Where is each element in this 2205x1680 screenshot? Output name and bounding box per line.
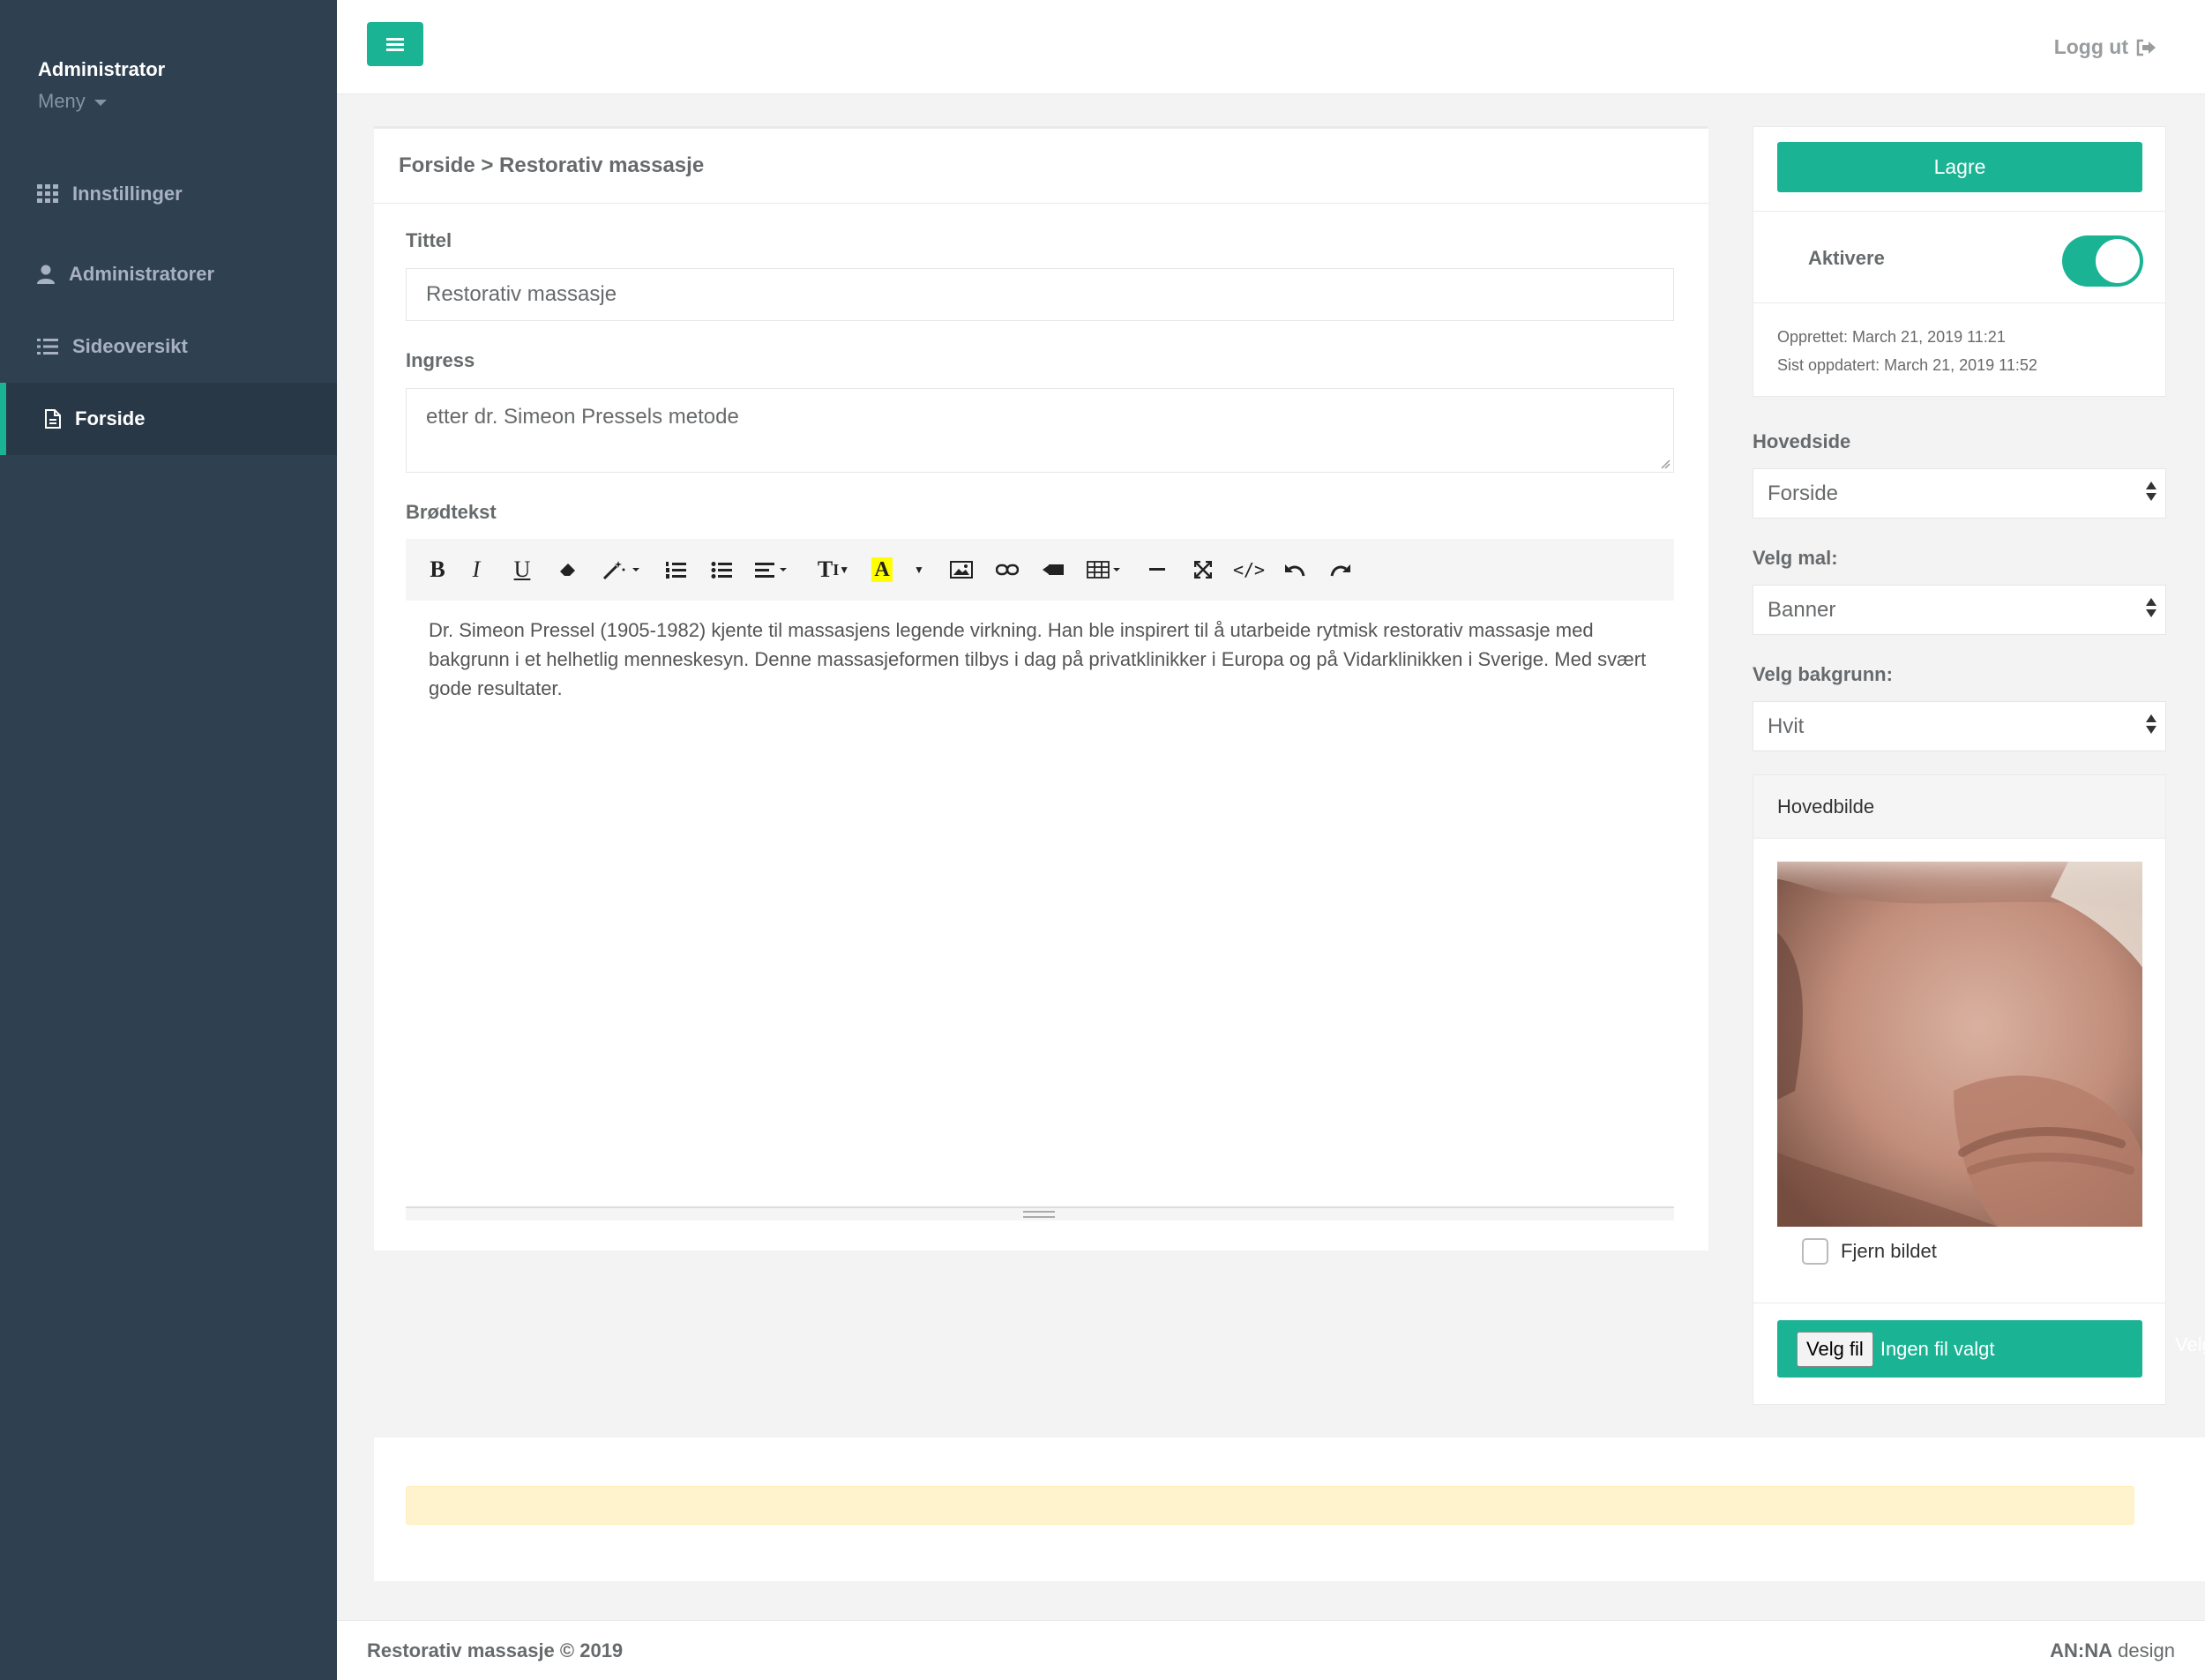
title-input[interactable]: Restorativ massasje xyxy=(406,268,1674,321)
choose-file-button[interactable]: Velg fil xyxy=(1797,1331,1873,1367)
sidebar-item-label: Forside xyxy=(75,407,146,429)
bottom-card xyxy=(374,1437,2205,1581)
color-dropdown-icon[interactable]: ▼ xyxy=(900,550,938,589)
editor-toolbar: B I U T I ▼ A ▼ </> xyxy=(406,539,1674,601)
ingress-textarea-value: etter dr. Simeon Pressels metode xyxy=(426,405,739,429)
ingress-label: Ingress xyxy=(406,349,475,371)
resize-grip-icon xyxy=(1023,1211,1055,1218)
logout-label: Logg ut xyxy=(2053,35,2128,58)
file-icon xyxy=(45,409,61,429)
file-status: Ingen fil valgt xyxy=(1880,1337,1995,1360)
text-color-icon[interactable]: A xyxy=(864,550,900,589)
magic-wand-icon[interactable] xyxy=(591,550,653,589)
underline-icon[interactable]: U xyxy=(499,550,545,589)
top-navbar: Logg ut xyxy=(337,0,2205,94)
redo-icon[interactable] xyxy=(1318,550,1364,589)
code-view-icon[interactable]: </> xyxy=(1226,550,1272,589)
remove-image-checkbox[interactable] xyxy=(1802,1238,1828,1265)
footer: Restorativ massasje © 2019 AN:NA design xyxy=(337,1620,2205,1680)
body-label: Brødtekst xyxy=(406,501,497,523)
editor-resize-bar[interactable] xyxy=(406,1206,1674,1221)
italic-icon[interactable]: I xyxy=(453,550,499,589)
ingress-textarea[interactable]: etter dr. Simeon Pressels metode xyxy=(406,388,1674,473)
sidebar-item-label: Administratorer xyxy=(69,263,215,285)
created-timestamp: Opprettet: March 21, 2019 11:21 xyxy=(1777,328,2006,346)
footer-credit: AN:NA design xyxy=(2050,1639,2175,1662)
hovedside-label: Hovedside xyxy=(1753,430,1851,452)
horizontal-rule-icon[interactable] xyxy=(1134,550,1180,589)
list-icon xyxy=(37,339,58,355)
main-image-preview xyxy=(1777,862,2142,1227)
unordered-list-icon[interactable] xyxy=(699,550,744,589)
profile: Administrator Meny xyxy=(38,58,165,113)
resize-handle-icon[interactable] xyxy=(1660,459,1671,469)
link-icon[interactable] xyxy=(984,550,1030,589)
video-icon[interactable] xyxy=(1030,550,1076,589)
profile-name: Administrator xyxy=(38,58,166,80)
select-arrows-icon xyxy=(2146,598,2156,617)
toggle-knob xyxy=(2096,239,2140,283)
warning-alert xyxy=(406,1486,2134,1525)
footer-copyright: Restorativ massasje © 2019 xyxy=(367,1639,624,1661)
body-editor[interactable]: Dr. Simeon Pressel (1905-1982) kjente ti… xyxy=(429,616,1663,703)
background-select-value: Hvit xyxy=(1768,713,1805,738)
footer-brand-suffix: design xyxy=(2112,1639,2175,1661)
hovedside-select[interactable]: Forside xyxy=(1753,468,2166,519)
picture-icon[interactable] xyxy=(938,550,984,589)
font-size-icon[interactable]: T I ▼ xyxy=(803,550,864,589)
select-arrows-icon xyxy=(2146,482,2156,501)
main-image-header: Hovedbilde xyxy=(1753,775,2165,839)
menu-toggle-button[interactable] xyxy=(367,22,423,66)
sidebar-item-forside[interactable]: Forside xyxy=(0,383,337,455)
sidebar: Administrator Meny Innstillinger Adminis… xyxy=(0,0,337,1680)
sign-out-icon xyxy=(2136,39,2156,56)
page-editor-card: Forside > Restorativ massasje Tittel Res… xyxy=(374,126,1708,1251)
footer-brand: AN:NA xyxy=(2050,1639,2113,1661)
activate-label: Aktivere xyxy=(1808,247,1885,269)
hamburger-icon xyxy=(386,38,404,51)
remove-image-row: Fjern bildet xyxy=(1802,1238,1937,1265)
eraser-icon[interactable] xyxy=(545,550,591,589)
updated-timestamp: Sist oppdatert: March 21, 2019 11:52 xyxy=(1777,356,2037,374)
main-image-card: Hovedbilde Fjern bildet Velg fil Ingen f… xyxy=(1753,774,2166,1405)
caret-down-icon xyxy=(93,100,107,106)
logout-link[interactable]: Logg ut xyxy=(2054,35,2156,59)
sidebar-item-label: Sideoversikt xyxy=(72,335,188,357)
profile-menu-label: Meny xyxy=(38,90,86,112)
undo-icon[interactable] xyxy=(1272,550,1318,589)
publish-card: Lagre Aktivere Opprettet: March 21, 2019… xyxy=(1753,126,2166,397)
remove-image-label: Fjern bildet xyxy=(1841,1240,1937,1262)
title-input-value: Restorativ massasje xyxy=(426,282,617,306)
template-label: Velg mal: xyxy=(1753,547,1838,569)
activate-row: Aktivere xyxy=(1753,211,2165,303)
align-dropdown-icon[interactable] xyxy=(744,550,803,589)
background-select[interactable]: Hvit xyxy=(1753,701,2166,751)
sidebar-item-label: Innstillinger xyxy=(72,183,183,205)
grid-icon xyxy=(37,184,58,203)
template-select-value: Banner xyxy=(1768,597,1836,622)
select-arrows-icon xyxy=(2146,714,2156,734)
sidebar-item-administratorer[interactable]: Administratorer xyxy=(0,238,337,310)
sidebar-item-innstillinger[interactable]: Innstillinger xyxy=(0,158,337,230)
profile-menu-toggle[interactable]: Meny xyxy=(38,90,165,113)
user-icon xyxy=(37,265,55,284)
template-select[interactable]: Banner xyxy=(1753,585,2166,635)
overflow-label: Velg xyxy=(2175,1333,2205,1355)
ordered-list-icon[interactable] xyxy=(653,550,699,589)
background-label: Velg bakgrunn: xyxy=(1753,663,1893,685)
file-input[interactable]: Velg fil Ingen fil valgt xyxy=(1777,1320,2142,1378)
table-icon[interactable] xyxy=(1076,550,1134,589)
breadcrumb: Forside > Restorativ massasje xyxy=(374,129,1708,204)
save-button[interactable]: Lagre xyxy=(1777,142,2142,192)
sidebar-item-sideoversikt[interactable]: Sideoversikt xyxy=(0,310,337,383)
hovedside-select-value: Forside xyxy=(1768,481,1839,505)
title-label: Tittel xyxy=(406,229,452,251)
bold-icon[interactable]: B xyxy=(422,550,453,589)
fullscreen-icon[interactable] xyxy=(1180,550,1226,589)
activate-toggle[interactable] xyxy=(2062,235,2143,287)
